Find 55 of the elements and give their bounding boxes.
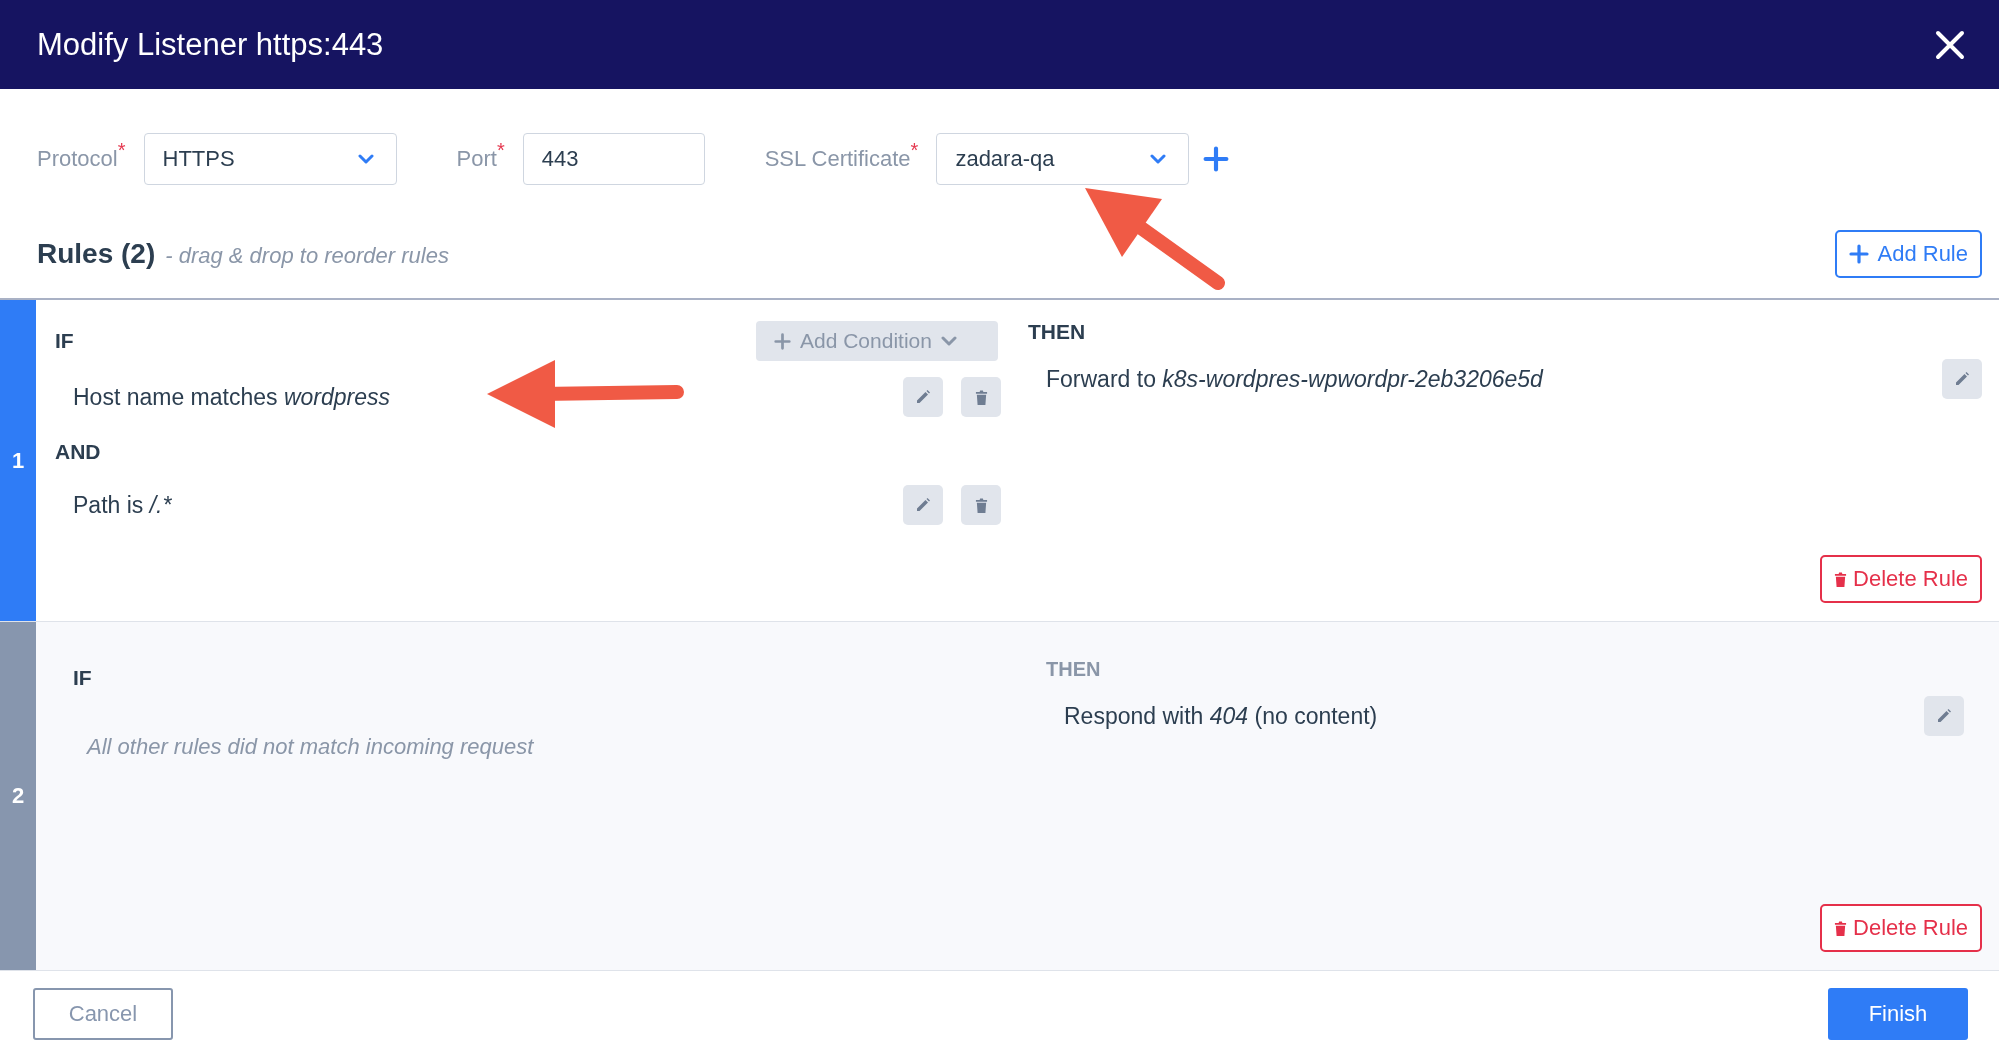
required-mark: *: [496, 139, 505, 161]
edit-button[interactable]: [903, 485, 943, 525]
trash-icon: [1834, 919, 1848, 937]
pencil-icon: [915, 497, 931, 513]
pencil-icon: [1936, 708, 1952, 724]
rule-number: 1: [11, 447, 25, 474]
delete-rule-button[interactable]: Delete Rule: [1820, 904, 1982, 952]
and-label: AND: [55, 440, 102, 465]
plus-icon: [1849, 244, 1870, 264]
rule-text: Forward to k8s-wordpres-wpwordpr-2eb3206e5d: [1046, 365, 1543, 393]
rule-number-bar[interactable]: 2: [0, 622, 36, 970]
edit-button[interactable]: [903, 377, 943, 417]
add-condition-button[interactable]: Add Condition: [756, 321, 998, 361]
add-rule-button[interactable]: Add Rule: [1835, 230, 1982, 278]
add-certificate-button[interactable]: [1203, 146, 1230, 172]
section-title: Rules (2): [37, 238, 156, 269]
then-label: THEN: [1028, 320, 1087, 344]
delete-rule-button[interactable]: Delete Rule: [1820, 555, 1982, 603]
pencil-icon: [1954, 371, 1970, 387]
select-field[interactable]: zadara-qa: [936, 133, 1190, 185]
required-mark: *: [910, 139, 919, 162]
rule-text: Respond with 404 (no content): [1064, 702, 1378, 730]
field-label: SSL Certificate: [764, 146, 911, 172]
required-mark: *: [117, 139, 126, 162]
hint-text: - drag & drop to reorder rules: [165, 243, 449, 268]
close-icon: [1935, 29, 1965, 60]
delete-condition-button[interactable]: [961, 377, 1001, 417]
cancel-button[interactable]: Cancel: [33, 987, 173, 1040]
rule-number-bar[interactable]: 1: [0, 300, 36, 621]
chevron-down-icon: [1150, 153, 1167, 165]
edit-button[interactable]: [1942, 359, 1982, 399]
input-field[interactable]: 443: [522, 133, 705, 185]
rule-note: All other rules did not match incoming request: [85, 734, 535, 760]
trash-icon: [974, 497, 988, 513]
chevron-down-icon: [357, 153, 374, 165]
edit-button[interactable]: [1924, 696, 1964, 736]
rule-text: Host name matches wordpress: [73, 383, 391, 411]
if-label: IF: [55, 329, 74, 353]
plus-icon: [774, 332, 791, 350]
select-field[interactable]: HTTPS: [143, 133, 397, 185]
if-label: IF: [73, 666, 93, 690]
trash-icon: [1834, 570, 1848, 588]
trash-icon: [974, 389, 988, 405]
field-label: Protocol: [37, 146, 118, 172]
chevron-down-icon: [940, 335, 957, 347]
plus-icon: [1203, 146, 1230, 172]
then-label: THEN: [1046, 658, 1102, 681]
finish-button[interactable]: Finish: [1828, 987, 1968, 1040]
field-label: Port: [456, 146, 497, 172]
dialog-title: Modify Listener https:443: [37, 26, 384, 63]
rule-number: 2: [11, 783, 25, 809]
close-button[interactable]: [1935, 29, 1965, 60]
delete-condition-button[interactable]: [961, 485, 1001, 525]
pencil-icon: [915, 389, 931, 405]
rule-text: Path is /.*: [73, 491, 172, 519]
